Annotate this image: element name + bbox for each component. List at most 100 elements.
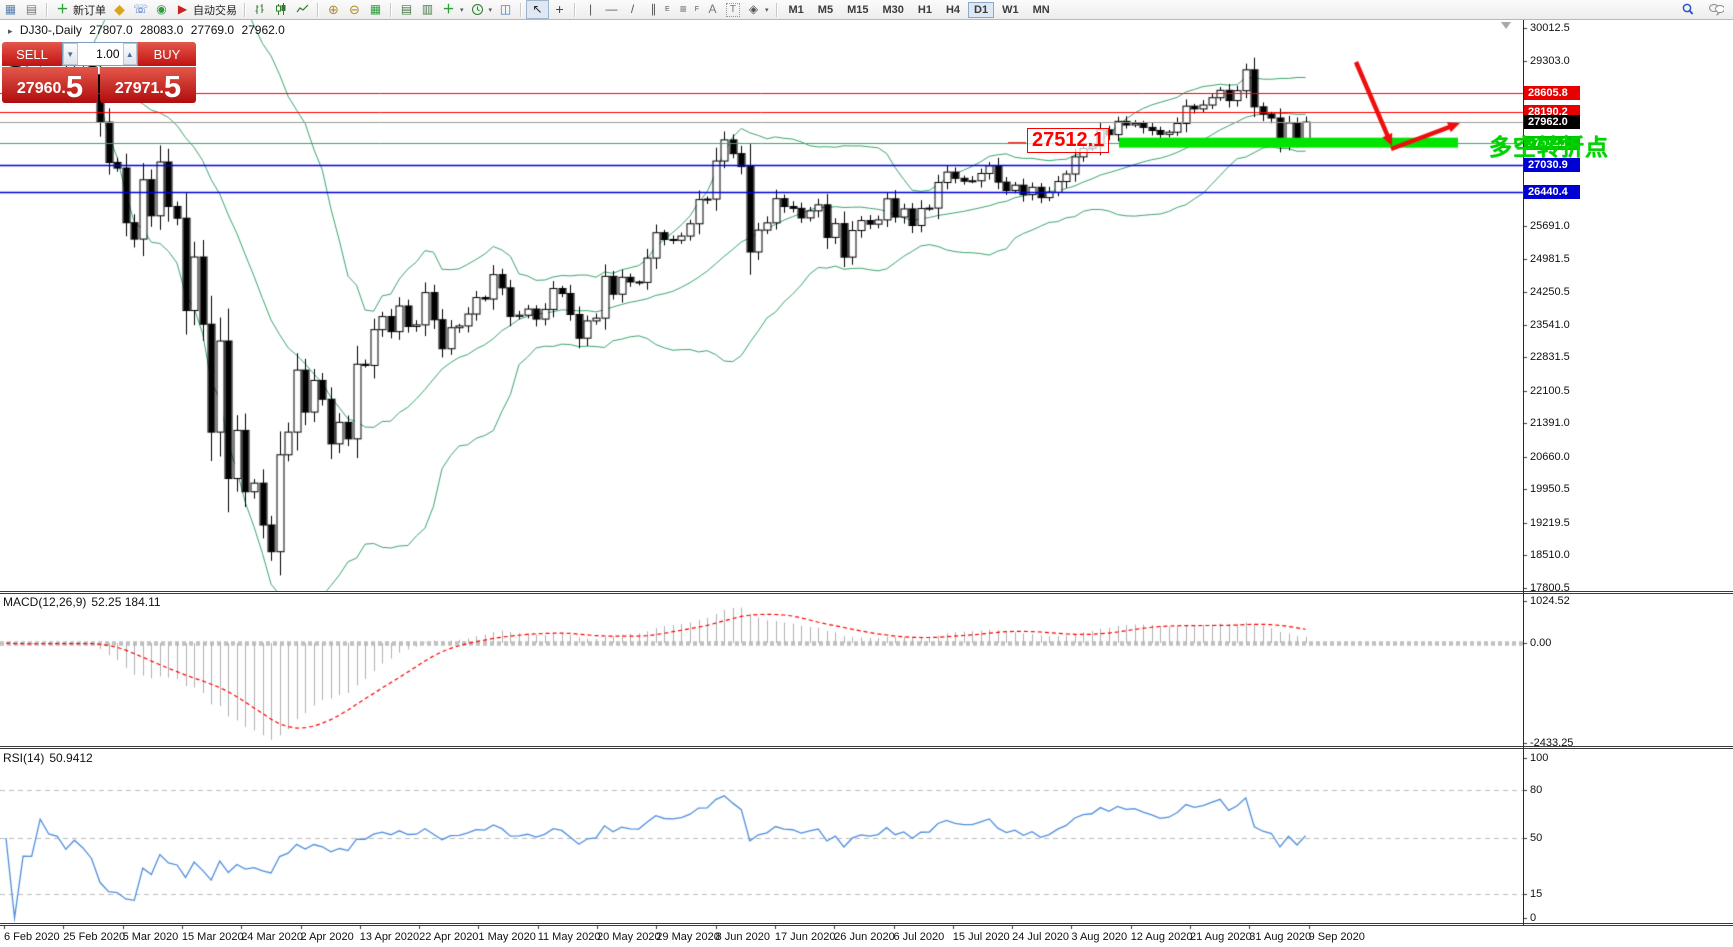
- text-label-icon: T: [725, 2, 740, 17]
- arrange-windows-button[interactable]: ▤: [396, 1, 417, 18]
- tile-windows-icon: ▦: [369, 2, 382, 16]
- tab-timeframe-w1[interactable]: W1: [996, 2, 1025, 18]
- chevron-down-icon: ▾: [460, 6, 464, 14]
- tick-chart-button[interactable]: ▤: [21, 1, 42, 18]
- tab-timeframe-m30[interactable]: M30: [876, 2, 909, 18]
- vertical-line-icon: |: [588, 2, 593, 16]
- chat-button[interactable]: [1706, 1, 1727, 18]
- cursor-tool-button[interactable]: ↖: [526, 0, 550, 19]
- tick-chart-icon: ▤: [25, 2, 38, 16]
- candlestick-mode-button[interactable]: [271, 1, 292, 18]
- tab-timeframe-m5[interactable]: M5: [812, 2, 839, 18]
- buy-price-main: 27971.: [114, 80, 164, 97]
- channel-tool[interactable]: ∥ E: [643, 1, 673, 18]
- ohlc-high: 28083.0: [139, 23, 184, 37]
- tab-timeframe-mn[interactable]: MN: [1027, 2, 1056, 18]
- templates-button[interactable]: ◫: [495, 1, 516, 18]
- toolbar-separator: [574, 2, 577, 17]
- crosshair-tool-button[interactable]: +: [549, 1, 570, 18]
- support-level-callout[interactable]: 27512.1: [1027, 128, 1110, 153]
- toolbar-separator: [317, 2, 319, 17]
- toolbar-separator: [390, 2, 392, 17]
- chart-shift-marker[interactable]: [1501, 22, 1511, 29]
- buy-button[interactable]: BUY: [138, 42, 196, 66]
- volume-input[interactable]: [77, 43, 123, 65]
- ohlc-close: 27962.0: [241, 23, 285, 37]
- line-chart-mode-button[interactable]: [292, 1, 313, 18]
- volume-stepper: ▼ ▲: [62, 42, 138, 66]
- new-chart-icon: ▦: [4, 2, 17, 16]
- main-toolbar: ▦ ▤ ＋ 新订单 ◆ ☏ ◉ ▶ 自动交易 ⊕ ⊖ ▦ ▤ ▥ ＋▾ ▾ ◫: [0, 0, 1733, 20]
- ohlc-open: 27807.0: [89, 23, 133, 37]
- vertical-line-tool[interactable]: |: [580, 1, 601, 18]
- new-chart-button[interactable]: ▦: [0, 1, 21, 18]
- fibonacci-sub-label: F: [694, 6, 699, 13]
- tile-windows-button[interactable]: ▦: [365, 1, 386, 18]
- signal-icon: ◉: [156, 2, 167, 16]
- auto-trading-label: 自动交易: [193, 4, 237, 17]
- ohlc-low: 27769.0: [190, 23, 235, 37]
- rsi-label: RSI(14) 50.9412: [3, 751, 98, 765]
- mt-terminal-window: ▦ ▤ ＋ 新订单 ◆ ☏ ◉ ▶ 自动交易 ⊕ ⊖ ▦ ▤ ▥ ＋▾ ▾ ◫: [0, 0, 1733, 947]
- toolbar-separator: [775, 2, 778, 17]
- tab-timeframe-h4[interactable]: H4: [940, 2, 966, 18]
- new-order-button[interactable]: ＋ 新订单: [52, 1, 109, 18]
- tab-timeframe-d1[interactable]: D1: [968, 1, 995, 18]
- add-indicator-button[interactable]: ＋ ▾: [438, 1, 467, 18]
- fibonacci-tool[interactable]: ≡ F: [673, 1, 702, 18]
- buy-price-big-digit: 5: [163, 69, 182, 104]
- text-label-tool[interactable]: T: [723, 1, 743, 18]
- metaeditor-icon: ◆: [114, 1, 125, 17]
- zoom-in-icon: ⊕: [328, 2, 339, 17]
- arrange-windows-icon: ▤: [400, 2, 413, 16]
- one-click-trading-panel: SELL ▼ ▲ BUY 27960.5 27971.5: [2, 42, 196, 103]
- tab-timeframe-m15[interactable]: M15: [841, 2, 874, 18]
- shapes-icon: ◈: [748, 2, 759, 16]
- chart-canvas[interactable]: [0, 0, 1733, 947]
- auto-trading-button[interactable]: ▶ 自动交易: [172, 1, 240, 18]
- tab-timeframe-m1[interactable]: M1: [783, 2, 810, 18]
- text-tool[interactable]: A: [702, 1, 723, 18]
- auto-trading-icon: ▶: [177, 2, 188, 16]
- cascade-windows-button[interactable]: ▥: [417, 1, 438, 18]
- fibonacci-icon: ≡: [679, 2, 687, 16]
- rsi-panel-separator[interactable]: [0, 746, 1733, 749]
- crosshair-icon: +: [555, 1, 564, 17]
- sell-button[interactable]: SELL: [2, 42, 62, 66]
- date-axis-separator: [0, 923, 1733, 926]
- buy-price-button[interactable]: 27971. 5: [100, 67, 196, 103]
- add-indicator-icon: ＋: [442, 2, 455, 16]
- zoom-in-button[interactable]: ⊕: [323, 1, 344, 18]
- horizontal-line-tool[interactable]: —: [601, 1, 622, 18]
- templates-icon: ◫: [499, 2, 512, 16]
- community-button[interactable]: ☏: [130, 1, 151, 18]
- turning-point-annotation[interactable]: 多空转折点: [1489, 128, 1609, 162]
- cursor-icon: ↖: [532, 2, 543, 16]
- volume-increase-button[interactable]: ▲: [122, 43, 137, 65]
- search-button[interactable]: [1677, 1, 1698, 18]
- macd-values: 52.25 184.11: [91, 595, 161, 609]
- signals-button[interactable]: ◉: [151, 1, 172, 18]
- horizontal-line-icon: —: [605, 2, 618, 16]
- metaeditor-button[interactable]: ◆: [109, 1, 130, 18]
- line-chart-icon: [295, 2, 310, 17]
- search-icon: [1680, 2, 1695, 17]
- chevron-down-icon: ▾: [488, 6, 493, 14]
- zoom-out-button[interactable]: ⊖: [344, 1, 365, 18]
- periods-clock-icon: [470, 2, 485, 17]
- trendline-tool[interactable]: /: [622, 1, 643, 18]
- macd-panel-separator[interactable]: [0, 591, 1733, 594]
- community-icon: ☏: [133, 2, 149, 16]
- shapes-tool[interactable]: ◈ ▾: [743, 1, 772, 18]
- bar-chart-mode-button[interactable]: [250, 1, 271, 18]
- trendline-icon: /: [630, 2, 635, 16]
- rsi-name: RSI(14): [3, 751, 45, 765]
- chart-marker-icon: ▸: [8, 26, 13, 36]
- periods-button[interactable]: ▾: [467, 1, 496, 18]
- chart-title-bar: ▸ DJ30-,Daily 27807.0 28083.0 27769.0 27…: [8, 23, 289, 37]
- toolbar-separator: [244, 2, 246, 17]
- sell-price-button[interactable]: 27960. 5: [2, 67, 98, 103]
- bar-chart-icon: [253, 2, 268, 17]
- tab-timeframe-h1[interactable]: H1: [912, 2, 938, 18]
- volume-decrease-button[interactable]: ▼: [63, 43, 78, 65]
